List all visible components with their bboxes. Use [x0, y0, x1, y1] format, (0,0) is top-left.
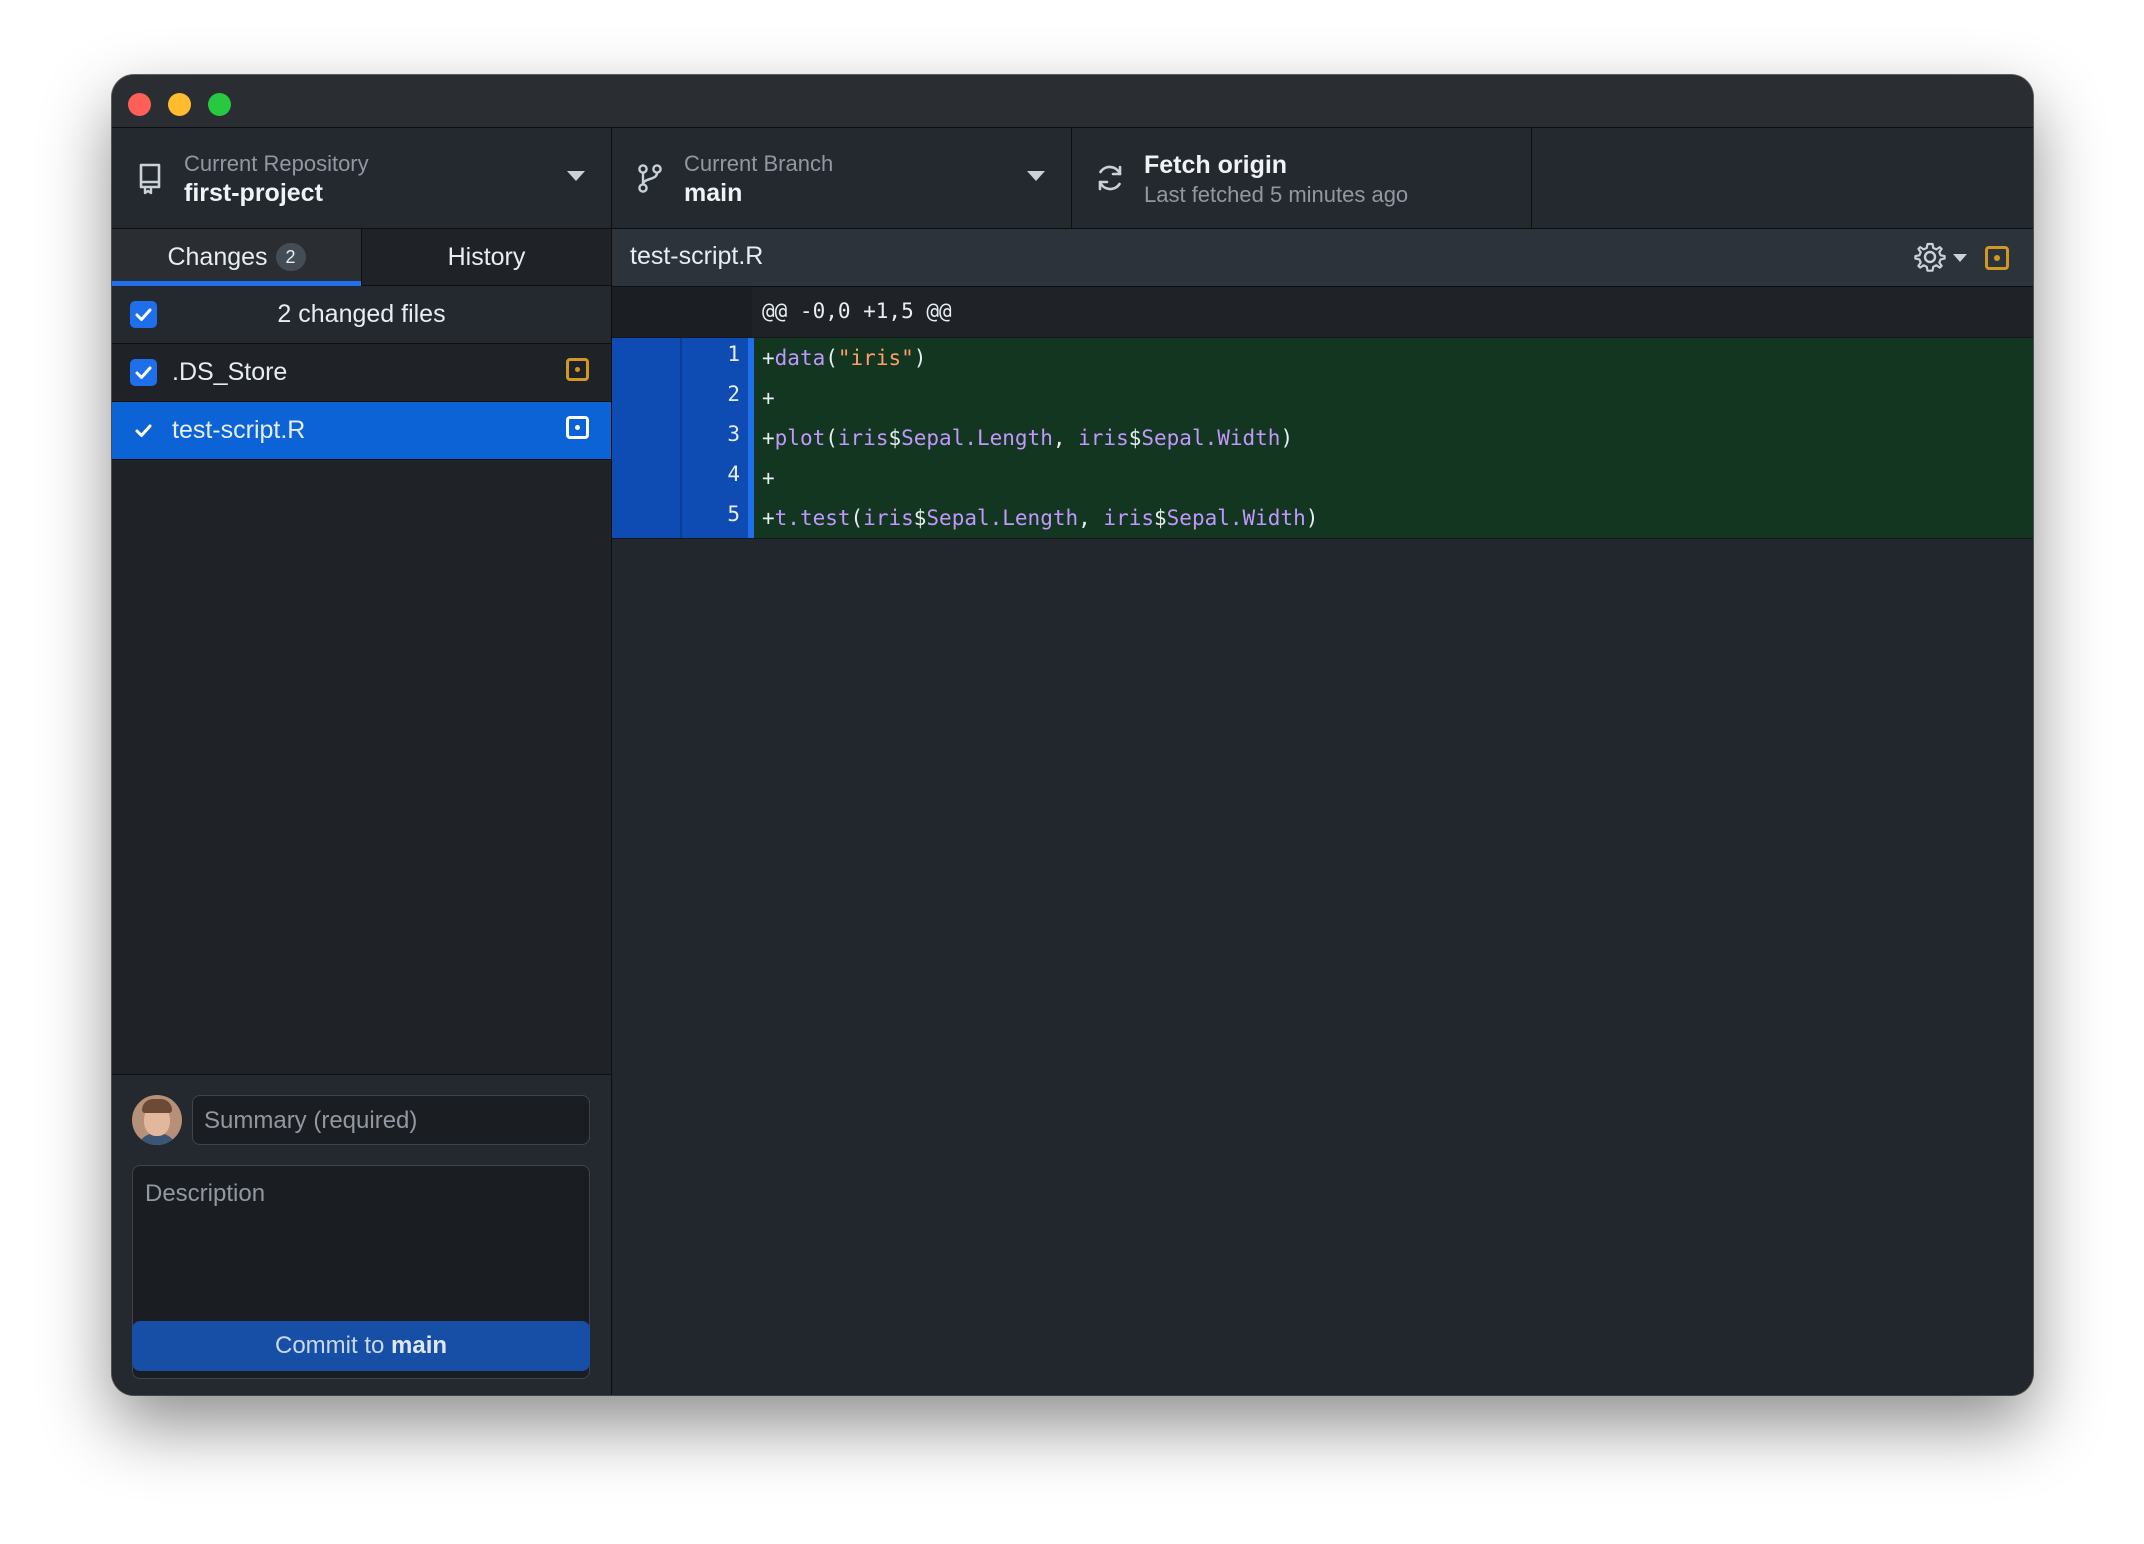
- diff-header: test-script.R: [612, 229, 2033, 287]
- tab-history-label: History: [447, 242, 526, 271]
- code-line: +plot(iris$Sepal.Length, iris$Sepal.Widt…: [762, 426, 1294, 450]
- code-line: +: [762, 386, 775, 410]
- commit-button-prefix: Commit to: [274, 1332, 391, 1359]
- modified-file-icon: [566, 358, 589, 381]
- commit-panel: Summary (required) Description Commit to…: [112, 1074, 611, 1395]
- commit-button-branch: main: [391, 1332, 448, 1359]
- file-name: .DS_Store: [172, 358, 288, 386]
- code-line: +: [762, 466, 775, 490]
- diff-line[interactable]: 5 +t.test(iris$Sepal.Length, iris$Sepal.…: [612, 498, 2033, 538]
- current-repository-dropdown[interactable]: Current Repository first-project: [112, 128, 612, 228]
- chevron-down-icon: [1027, 171, 1045, 181]
- line-number: 3: [727, 422, 740, 446]
- line-number: 2: [727, 382, 740, 406]
- changed-files-header: 2 changed files: [112, 286, 611, 344]
- toolbar: Current Repository first-project Current…: [112, 128, 2033, 229]
- current-branch-dropdown[interactable]: Current Branch main: [612, 128, 1072, 228]
- summary-input[interactable]: Summary (required): [192, 1095, 590, 1145]
- hunk-header-text: @@ -0,0 +1,5 @@: [762, 299, 952, 323]
- diff-line[interactable]: 3 +plot(iris$Sepal.Length, iris$Sepal.Wi…: [612, 418, 2033, 458]
- diff-settings-button[interactable]: [1913, 229, 1973, 286]
- hunk-header: @@ -0,0 +1,5 @@: [612, 287, 2033, 338]
- checkmark-icon: [135, 366, 152, 379]
- file-checkbox[interactable]: [130, 417, 157, 444]
- close-window-button[interactable]: [128, 93, 151, 116]
- chevron-down-icon: [567, 171, 585, 181]
- line-number: 5: [727, 502, 740, 526]
- description-placeholder: Description: [145, 1180, 266, 1207]
- file-row[interactable]: .DS_Store: [112, 344, 611, 402]
- branch-label: Current Branch: [684, 151, 834, 176]
- sidebar: Changes 2 History 2 changed files .DS_St…: [112, 229, 612, 1395]
- tab-changes-label: Changes: [167, 242, 268, 271]
- commit-button[interactable]: Commit to main: [132, 1321, 590, 1371]
- checkmark-icon: [135, 424, 152, 437]
- code-line: +data("iris"): [762, 346, 927, 370]
- tab-history[interactable]: History: [361, 229, 611, 285]
- modified-file-icon: [566, 416, 589, 439]
- changes-count-badge: 2: [275, 243, 306, 271]
- diff-panel: test-script.R @@ -0,0 +1,5 @@ 1 +data("i…: [612, 229, 2033, 1395]
- title-bar: [112, 75, 2033, 128]
- fetch-title: Fetch origin: [1144, 151, 1288, 179]
- fetch-origin-button[interactable]: Fetch origin Last fetched 5 minutes ago: [1072, 128, 1532, 228]
- line-number: 1: [727, 342, 740, 366]
- file-name: test-script.R: [172, 416, 306, 444]
- avatar: [132, 1095, 182, 1145]
- app-window: Current Repository first-project Current…: [112, 75, 2033, 1395]
- branch-name: main: [684, 179, 743, 207]
- sync-icon: [1098, 165, 1122, 191]
- modified-file-icon: [1985, 246, 2009, 270]
- chevron-down-icon: [1953, 254, 1967, 262]
- fetch-status: Last fetched 5 minutes ago: [1144, 182, 1409, 207]
- diff-file-name: test-script.R: [630, 242, 764, 270]
- minimize-window-button[interactable]: [168, 93, 191, 116]
- gear-icon: [1914, 242, 1946, 272]
- repository-icon: [139, 163, 161, 195]
- code-line: +t.test(iris$Sepal.Length, iris$Sepal.Wi…: [762, 506, 1319, 530]
- changed-files-count: 2 changed files: [277, 300, 446, 328]
- file-row-selected[interactable]: test-script.R: [112, 402, 611, 460]
- file-checkbox[interactable]: [130, 359, 157, 386]
- repository-name: first-project: [184, 179, 323, 207]
- diff-line[interactable]: 4 +: [612, 458, 2033, 498]
- line-number: 4: [727, 462, 740, 486]
- zoom-window-button[interactable]: [208, 93, 231, 116]
- diff-line[interactable]: 2 +: [612, 378, 2033, 418]
- branch-icon: [638, 164, 662, 193]
- diff-line[interactable]: 1 +data("iris"): [612, 338, 2033, 378]
- sidebar-tabs: Changes 2 History: [112, 229, 611, 286]
- repository-label: Current Repository: [184, 151, 369, 176]
- tab-changes[interactable]: Changes 2: [112, 229, 361, 286]
